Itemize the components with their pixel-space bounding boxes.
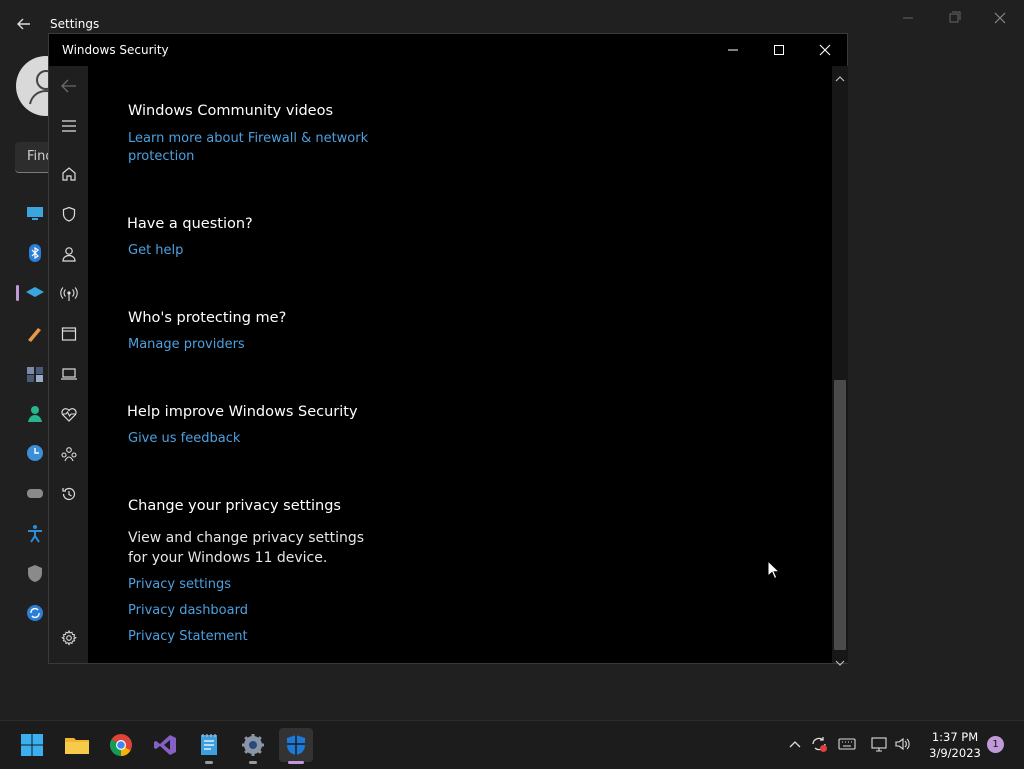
clock-time: 1:37 PM <box>931 730 979 744</box>
mouse-cursor-icon <box>767 559 781 584</box>
windows-security-taskbar-icon[interactable] <box>279 728 313 762</box>
firewall-learn-more-link[interactable]: Learn more about Firewall & network <box>128 130 368 148</box>
privacy-heading: Change your privacy settings <box>128 498 341 514</box>
settings-back-icon[interactable] <box>14 14 34 34</box>
privacy-statement-link[interactable]: Privacy Statement <box>128 628 248 646</box>
file-explorer-icon[interactable] <box>60 728 94 762</box>
volume-icon[interactable] <box>894 735 912 753</box>
back-arrow-icon[interactable] <box>57 74 81 98</box>
visual-studio-icon[interactable] <box>148 728 182 762</box>
time-language-icon[interactable] <box>24 442 46 464</box>
bluetooth-icon[interactable] <box>24 242 46 264</box>
settings-gear-icon[interactable] <box>57 626 81 650</box>
clock[interactable]: 1:37 PM 3/9/2023 <box>920 729 990 761</box>
account-protection-icon[interactable] <box>57 242 81 266</box>
manage-providers-link[interactable]: Manage providers <box>128 336 245 354</box>
windows-update-icon[interactable] <box>24 602 46 624</box>
privacy-security-icon[interactable] <box>24 562 46 584</box>
notification-badge[interactable]: 1 <box>987 736 1004 753</box>
notepad-icon[interactable] <box>192 728 226 762</box>
protection-history-icon[interactable] <box>57 482 81 506</box>
protecting-heading: Who's protecting me? <box>128 310 287 326</box>
privacy-dashboard-link[interactable]: Privacy dashboard <box>128 602 248 620</box>
family-options-icon[interactable] <box>57 442 81 466</box>
apps-icon[interactable] <box>24 362 46 384</box>
system-icon[interactable] <box>24 202 46 224</box>
device-security-icon[interactable] <box>57 362 81 386</box>
clock-date: 3/9/2023 <box>929 746 981 760</box>
scroll-up-icon[interactable] <box>835 68 845 87</box>
settings-window-title: Settings <box>50 17 100 31</box>
maximize-button[interactable] <box>756 34 802 66</box>
windows-security-window: Windows Security Windows Community video… <box>48 33 848 666</box>
taskbar: 1:37 PM 3/9/2023 1 <box>0 720 1024 769</box>
privacy-description-line1: View and change privacy settings <box>128 530 365 546</box>
settings-app-icon[interactable] <box>236 728 270 762</box>
scroll-down-icon[interactable] <box>835 652 845 671</box>
chrome-icon[interactable] <box>104 728 138 762</box>
shield-icon[interactable] <box>57 202 81 226</box>
start-windows-icon[interactable] <box>15 728 49 762</box>
privacy-description-line2: for your Windows 11 device. <box>128 550 328 566</box>
firewall-learn-more-link-line2[interactable]: protection <box>128 148 194 166</box>
get-help-link[interactable]: Get help <box>128 242 183 260</box>
network-status-icon[interactable] <box>870 735 888 753</box>
chevron-up-icon[interactable] <box>786 735 804 753</box>
content-pane: Windows Community videos Learn more abou… <box>89 66 831 663</box>
scrollbar-thumb[interactable] <box>834 380 846 650</box>
selected-indicator <box>16 285 19 301</box>
firewall-network-icon[interactable] <box>57 282 81 306</box>
title-bar: Windows Security <box>49 34 847 66</box>
privacy-settings-link[interactable]: Privacy settings <box>128 576 231 594</box>
accounts-icon[interactable] <box>24 402 46 424</box>
network-icon[interactable] <box>24 282 46 304</box>
close-button[interactable] <box>802 34 848 66</box>
hamburger-menu-icon[interactable] <box>57 114 81 138</box>
settings-running-indicator <box>249 761 257 764</box>
keyboard-icon[interactable] <box>838 735 856 753</box>
navigation-rail <box>49 66 88 663</box>
settings-restore-button[interactable] <box>944 8 964 28</box>
security-active-indicator <box>288 761 304 764</box>
device-performance-health-icon[interactable] <box>57 402 81 426</box>
question-heading: Have a question? <box>127 216 253 232</box>
window-title: Windows Security <box>62 43 169 57</box>
gaming-icon[interactable] <box>24 482 46 504</box>
feedback-link[interactable]: Give us feedback <box>128 430 240 448</box>
minimize-button[interactable] <box>710 34 756 66</box>
app-browser-control-icon[interactable] <box>57 322 81 346</box>
videos-heading: Windows Community videos <box>128 103 334 119</box>
personalization-icon[interactable] <box>24 322 46 344</box>
home-icon[interactable] <box>57 162 81 186</box>
settings-minimize-button[interactable] <box>898 8 918 28</box>
notepad-running-indicator <box>205 761 213 764</box>
improve-heading: Help improve Windows Security <box>127 404 358 420</box>
sync-icon[interactable] <box>810 735 828 753</box>
accessibility-icon[interactable] <box>24 522 46 544</box>
settings-close-button[interactable] <box>990 8 1010 28</box>
